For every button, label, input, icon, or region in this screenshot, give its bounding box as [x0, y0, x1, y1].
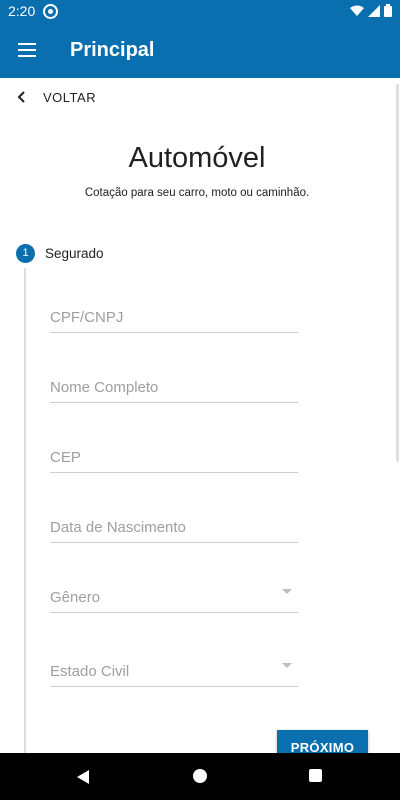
- page-subtitle: Cotação para seu carro, moto ou caminhão…: [84, 187, 310, 199]
- birthdate-input[interactable]: [50, 519, 298, 536]
- menu-icon-line: [18, 49, 36, 51]
- menu-button[interactable]: [16, 39, 40, 63]
- scrollbar[interactable]: [396, 84, 399, 462]
- birthdate-field: [50, 507, 298, 543]
- status-time: 2:20: [8, 3, 36, 19]
- gender-select-value: Gênero: [50, 589, 101, 606]
- nav-recents-icon[interactable]: [309, 769, 322, 782]
- status-bar: 2:20: [0, 0, 400, 24]
- battery-icon: [384, 4, 392, 17]
- full-name-field: [50, 367, 298, 403]
- cpf-cnpj-input[interactable]: [50, 309, 298, 326]
- status-icons: [350, 4, 392, 17]
- cep-input[interactable]: [50, 449, 298, 466]
- step-number-badge: 1: [16, 244, 35, 263]
- step-connector-line: [24, 268, 26, 758]
- full-name-input[interactable]: [50, 379, 298, 396]
- system-nav-bar: [0, 753, 400, 800]
- back-label: VOLTAR: [43, 89, 97, 105]
- menu-icon-line: [18, 55, 36, 57]
- app-title: Principal: [70, 39, 155, 61]
- nav-back-icon[interactable]: [75, 769, 91, 785]
- back-button[interactable]: VOLTAR: [16, 86, 96, 108]
- gender-select[interactable]: Gênero: [50, 577, 298, 613]
- chevron-left-icon: [17, 91, 25, 103]
- signal-icon: [368, 4, 380, 17]
- marital-status-select-value: Estado Civil: [50, 663, 130, 680]
- dropdown-arrow-icon: [282, 663, 292, 668]
- app-bar: Principal: [0, 24, 400, 78]
- menu-icon: [18, 43, 36, 45]
- step-label: Segurado: [45, 246, 104, 261]
- wifi-icon: [350, 5, 364, 16]
- marital-status-select[interactable]: Estado Civil: [50, 651, 298, 687]
- nav-home-icon[interactable]: [193, 769, 207, 783]
- cpf-cnpj-field: [50, 297, 298, 333]
- notification-icon: [43, 4, 58, 19]
- cep-field: [50, 437, 298, 473]
- dropdown-arrow-icon: [282, 589, 292, 594]
- page-title: Automóvel: [128, 142, 266, 174]
